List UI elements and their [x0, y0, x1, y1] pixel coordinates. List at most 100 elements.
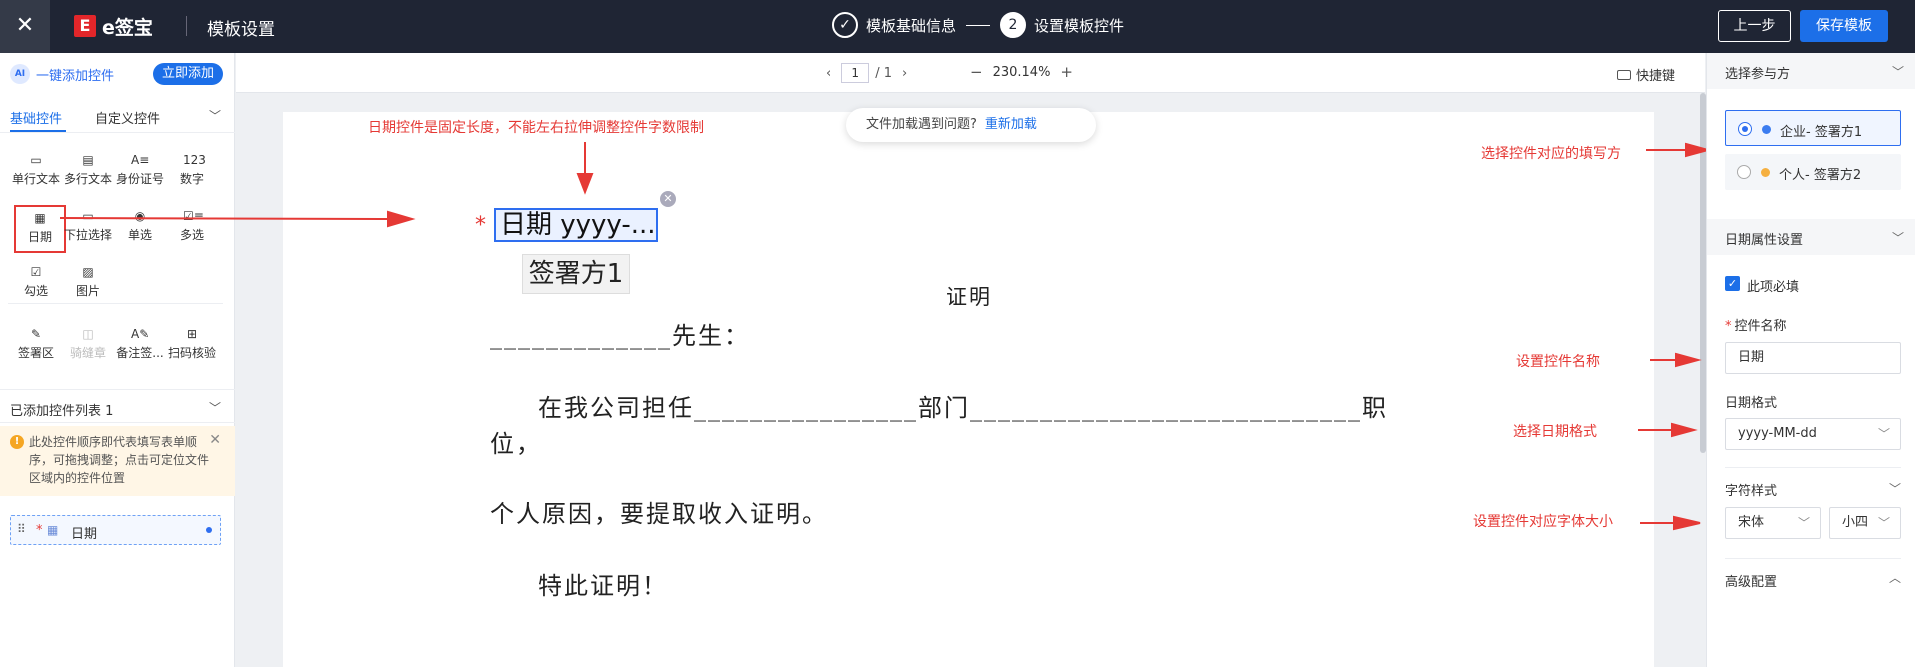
added-controls-title: 已添加控件列表 1: [10, 404, 114, 419]
control-name-input[interactable]: 日期: [1725, 342, 1901, 374]
added-control-label: 日期: [71, 527, 98, 542]
chevron-right-icon[interactable]: ›: [892, 66, 917, 81]
radio-icon[interactable]: [1737, 165, 1751, 179]
annotation-fixed-length: 日期控件是固定长度，不能左右拉伸调整控件字数限制: [368, 120, 704, 136]
divider: [1725, 558, 1901, 559]
tab-underline: [10, 130, 66, 132]
chevron-down-icon: ﹀: [1877, 516, 1890, 530]
control-signature-area[interactable]: ✎ 签署区: [10, 323, 62, 371]
pager: ‹ 1 / 1 ›: [816, 63, 917, 83]
save-template-button[interactable]: 保存模板: [1800, 10, 1888, 42]
divider: [8, 303, 223, 304]
party-option-1[interactable]: 企业- 签署方1: [1725, 110, 1901, 146]
tab-custom-controls[interactable]: 自定义控件: [95, 108, 160, 127]
control-remark-sign[interactable]: A✎ 备注签...: [114, 323, 166, 371]
control-single-choice[interactable]: ◉ 单选: [114, 205, 166, 253]
signer-section-header[interactable]: 选择参与方 ﹀: [1707, 53, 1915, 89]
section-title: 选择参与方: [1725, 67, 1791, 82]
date-section-header[interactable]: 日期属性设置 ﹀: [1707, 219, 1915, 255]
pen-icon: ✎: [30, 327, 42, 341]
font-family-select[interactable]: 宋体 ﹀: [1725, 507, 1821, 539]
control-label: 日期: [27, 230, 52, 244]
chevron-left-icon[interactable]: ‹: [816, 66, 841, 81]
date-format-value: yyyy-MM-dd: [1738, 426, 1817, 441]
required-star: *: [1725, 319, 1732, 334]
prev-step-button[interactable]: 上一步: [1718, 10, 1791, 42]
chevron-down-icon[interactable]: ﹀: [1892, 229, 1904, 246]
date-format-select[interactable]: yyyy-MM-dd ﹀: [1725, 418, 1901, 450]
close-button[interactable]: ✕: [0, 0, 50, 53]
page-number-input[interactable]: 1: [841, 63, 870, 83]
control-name-label: * 控件名称: [1725, 315, 1787, 334]
zoom-level: 230.14%: [992, 64, 1051, 80]
annotation-font-size: 设置控件对应字体大小: [1473, 514, 1613, 530]
control-date[interactable]: ▦ 日期: [14, 205, 66, 253]
qr-code-icon: ⊞: [186, 327, 198, 341]
control-multi-line-text[interactable]: ▤ 多行文本: [62, 149, 114, 197]
font-family-value: 宋体: [1738, 515, 1765, 530]
chevron-down-icon[interactable]: ﹀: [1889, 480, 1901, 497]
canvas-toolbar: ‹ 1 / 1 › − 230.14% + 快捷键: [236, 53, 1705, 93]
advanced-config-label[interactable]: 高级配置: [1725, 571, 1777, 590]
chevron-down-icon[interactable]: ﹀: [209, 107, 221, 124]
control-label: 备注签...: [116, 346, 164, 360]
calendar-icon: ▦: [34, 211, 46, 225]
hotkey-label: 快捷键: [1635, 69, 1675, 84]
party-color-dot: [1761, 168, 1770, 177]
step-1-label: 模板基础信息: [866, 16, 957, 35]
add-now-button[interactable]: 立即添加: [152, 63, 223, 85]
control-label: 签署区: [17, 346, 54, 360]
party-label: 企业- 签署方1: [1780, 125, 1863, 140]
control-seam-seal: ◫ 骑缝章: [62, 323, 114, 371]
notice-text: 文件加载遇到问题?: [866, 117, 977, 132]
chevron-up-icon[interactable]: ︿: [1889, 569, 1901, 586]
annotation-select-signer: 选择控件对应的填写方: [1481, 146, 1621, 162]
control-number[interactable]: 123 数字: [166, 149, 218, 197]
document-area: [236, 93, 1705, 667]
id-card-icon: A≡: [131, 153, 150, 167]
control-qr-verify[interactable]: ⊞ 扫码核验: [166, 323, 218, 371]
doc-title: 证明: [946, 285, 992, 309]
divider: [1725, 467, 1901, 468]
close-icon[interactable]: ✕: [209, 432, 221, 448]
chevron-down-icon[interactable]: ﹀: [209, 399, 221, 416]
signer-tag: 签署方1: [522, 254, 630, 294]
control-multi-choice[interactable]: ☑≡ 多选: [166, 205, 218, 253]
load-notice: 文件加载遇到问题? 重新加载: [846, 108, 1096, 142]
control-checkbox[interactable]: ☑ 勾选: [10, 261, 62, 309]
control-single-line-text[interactable]: ▭ 单行文本: [10, 149, 62, 197]
remove-control-icon[interactable]: ✕: [660, 191, 676, 207]
zoom-out-icon[interactable]: −: [960, 63, 993, 81]
hotkey-button[interactable]: 快捷键: [1616, 65, 1675, 84]
added-controls-header[interactable]: 已添加控件列表 1 ﹀: [0, 389, 235, 423]
page-title: 模板设置: [207, 20, 275, 40]
drag-handle-icon[interactable]: ⠿: [17, 522, 26, 536]
date-field-control[interactable]: 日期 yyyy-...: [494, 208, 658, 242]
doc-line: 特此证明！: [538, 572, 668, 600]
annotation-control-name: 设置控件名称: [1516, 354, 1600, 370]
annotation-date-format: 选择日期格式: [1513, 424, 1597, 440]
doc-line: _____________先生：: [490, 322, 750, 350]
required-checkbox[interactable]: ✓: [1725, 276, 1740, 291]
calendar-icon: ▦: [47, 523, 59, 537]
reload-link[interactable]: 重新加载: [985, 117, 1037, 132]
warning-icon: !: [10, 435, 24, 449]
left-panel: AI 一键添加控件 立即添加 基础控件 自定义控件 ﹀ ▭ 单行文本 ▤ 多行文本 …: [0, 53, 235, 667]
control-image[interactable]: ▨ 图片: [62, 261, 114, 309]
font-size-select[interactable]: 小四 ﹀: [1829, 507, 1901, 539]
tab-basic-controls[interactable]: 基础控件: [10, 108, 62, 127]
chevron-down-icon[interactable]: ﹀: [1892, 63, 1904, 80]
dropdown-icon: ▭: [82, 209, 94, 223]
logo-text: e签宝: [102, 16, 153, 39]
step-1-check-icon: ✓: [832, 12, 858, 38]
control-id-number[interactable]: A≡ 身份证号: [114, 149, 166, 197]
party-label: 个人- 签署方2: [1779, 168, 1862, 183]
control-dropdown[interactable]: ▭ 下拉选择: [62, 205, 114, 253]
font-size-value: 小四: [1842, 515, 1869, 530]
party-option-2[interactable]: 个人- 签署方2: [1725, 154, 1901, 190]
checklist-icon: ☑≡: [183, 209, 204, 223]
added-control-item[interactable]: ⠿ * ▦ 日期: [10, 515, 221, 545]
ai-add-label[interactable]: 一键添加控件: [36, 65, 114, 84]
radio-icon[interactable]: [1738, 122, 1752, 136]
zoom-in-icon[interactable]: +: [1050, 63, 1083, 81]
